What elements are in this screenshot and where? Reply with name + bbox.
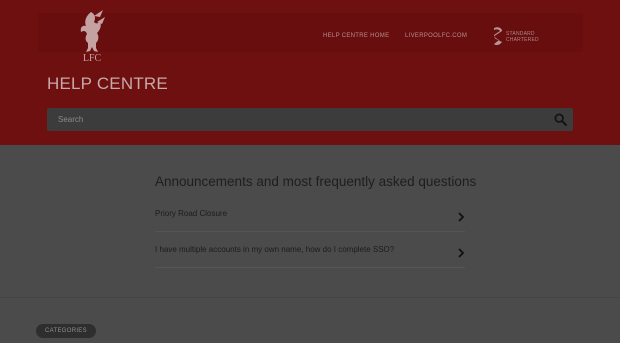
sponsor-text: STANDARD CHARTERED xyxy=(506,31,539,43)
categories-tab[interactable]: CATEGORIES xyxy=(36,324,96,338)
lfc-logo[interactable]: LFC xyxy=(72,8,112,64)
faq-item-priory-road-closure[interactable]: Priory Road Closure xyxy=(155,196,465,232)
liverbird-icon: LFC xyxy=(80,10,105,64)
sponsor-logo[interactable]: STANDARD CHARTERED xyxy=(492,26,548,46)
chevron-right-icon xyxy=(457,209,465,222)
chevron-right-icon xyxy=(457,245,465,258)
nav-help-centre-home[interactable]: HELP CENTRE HOME xyxy=(323,33,389,39)
standard-chartered-icon xyxy=(494,27,502,46)
search-bar xyxy=(47,108,573,131)
sponsor-line-2: CHARTERED xyxy=(506,37,539,43)
nav-liverpoolfc-com[interactable]: LIVERPOOLFC.COM xyxy=(405,33,467,39)
site-header: LFC HELP CENTRE HOME LIVERPOOLFC.COM STA… xyxy=(0,0,620,145)
faq-label: I have multiple accounts in my own name,… xyxy=(155,245,395,254)
faq-label: Priory Road Closure xyxy=(155,209,228,218)
page-title: HELP CENTRE xyxy=(47,74,168,93)
announcements-title: Announcements and most frequently asked … xyxy=(155,174,477,189)
section-divider xyxy=(0,297,620,298)
faq-item-multiple-accounts-sso[interactable]: I have multiple accounts in my own name,… xyxy=(155,232,465,268)
logo-text: LFC xyxy=(83,53,102,64)
search-icon[interactable] xyxy=(554,113,567,126)
main-content: Announcements and most frequently asked … xyxy=(0,145,620,343)
search-input[interactable] xyxy=(47,108,547,131)
